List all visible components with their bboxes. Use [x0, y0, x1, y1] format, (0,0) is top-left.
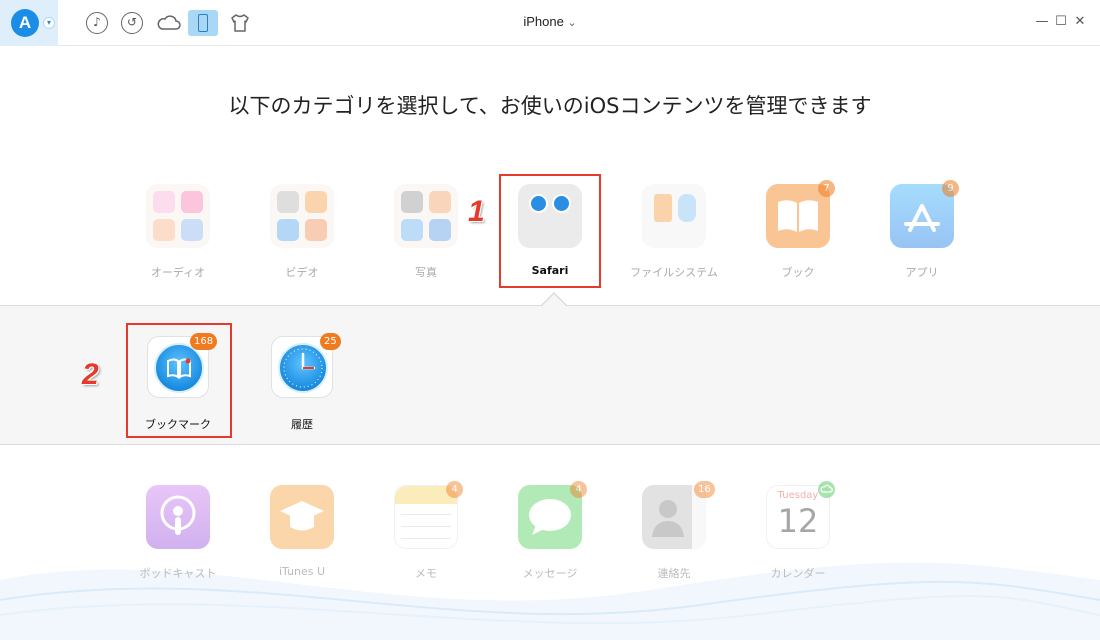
maximize-button[interactable]: ☐: [1053, 12, 1069, 32]
page-heading: 以下のカテゴリを選択して、お使いのiOSコンテンツを管理できます: [228, 94, 872, 118]
category-calendar[interactable]: Tuesday 12 カレンダー: [748, 481, 848, 581]
shirt-icon[interactable]: [229, 12, 251, 34]
category-label: メッセージ: [522, 567, 578, 580]
contacts-count-badge: 16: [694, 481, 715, 498]
category-label: カレンダー: [770, 567, 826, 580]
anytrans-logo-icon: A: [11, 9, 39, 37]
category-label: 写真: [415, 266, 437, 279]
history-icon[interactable]: ↺: [121, 12, 143, 34]
category-books[interactable]: 7 ブック: [748, 180, 848, 282]
category-label: メモ: [415, 567, 437, 580]
file-system-icon: [642, 184, 706, 248]
category-label: ポッドキャスト: [139, 567, 217, 580]
cloud-sync-icon: [818, 481, 835, 498]
music-icon[interactable]: ♪: [86, 12, 108, 34]
apps-count-badge: 9: [942, 180, 959, 197]
category-apps[interactable]: 9 アプリ: [872, 180, 972, 282]
category-audio[interactable]: オーディオ: [128, 184, 228, 282]
category-contacts[interactable]: 16 連絡先: [624, 481, 724, 581]
category-podcasts[interactable]: ポッドキャスト: [128, 485, 228, 581]
category-label: 連絡先: [657, 567, 691, 580]
app-menu-button[interactable]: A ▾: [0, 0, 58, 46]
category-label: ビデオ: [285, 266, 319, 279]
step-1-label: 1: [468, 195, 485, 228]
phone-icon[interactable]: [188, 10, 218, 36]
category-label: オーディオ: [150, 266, 206, 279]
category-label: iTunes U: [278, 565, 326, 578]
minimize-button[interactable]: —: [1034, 12, 1050, 32]
close-button[interactable]: ✕: [1072, 12, 1088, 32]
app-window: A ▾ ♪ ↺ iPhone ⌄ — ☐ ✕ 以下のカテゴリを選択して、お使いの…: [0, 0, 1100, 640]
step-2-label: 2: [82, 358, 99, 391]
category-messages[interactable]: 4 メッセージ: [500, 481, 600, 581]
category-file-system[interactable]: ファイルシステム: [624, 184, 724, 282]
calendar-date: 12: [777, 502, 819, 540]
category-label: アプリ: [905, 266, 939, 279]
cloud-icon[interactable]: [156, 12, 182, 34]
history-count-badge: 25: [320, 333, 341, 350]
device-selector[interactable]: iPhone ⌄: [500, 14, 600, 29]
device-name: iPhone: [523, 14, 564, 29]
podcast-icon: [146, 485, 210, 549]
audio-icon: [146, 184, 210, 248]
title-bar: A ▾ ♪ ↺ iPhone ⌄ — ☐ ✕: [0, 0, 1100, 46]
category-label: ファイルシステム: [630, 266, 718, 279]
itunes-u-icon: [270, 485, 334, 549]
safari-item-history[interactable]: 25 履歴: [252, 333, 352, 432]
category-notes[interactable]: 4 メモ: [376, 481, 476, 581]
books-count-badge: 7: [818, 180, 835, 197]
bookmarks-highlight-box: [126, 323, 232, 438]
notes-count-badge: 4: [446, 481, 463, 498]
category-label: ブック: [781, 266, 815, 279]
safari-highlight-box: [499, 174, 601, 288]
photos-icon: [394, 184, 458, 248]
chevron-down-icon[interactable]: ▾: [43, 17, 55, 29]
category-itunes-u[interactable]: iTunes U: [252, 485, 352, 581]
category-video[interactable]: ビデオ: [252, 184, 352, 282]
messages-count-badge: 4: [570, 481, 587, 498]
chevron-down-icon: ⌄: [567, 17, 577, 29]
safari-item-label: 履歴: [291, 418, 313, 431]
category-photos[interactable]: 写真: [376, 184, 476, 282]
video-icon: [270, 184, 334, 248]
